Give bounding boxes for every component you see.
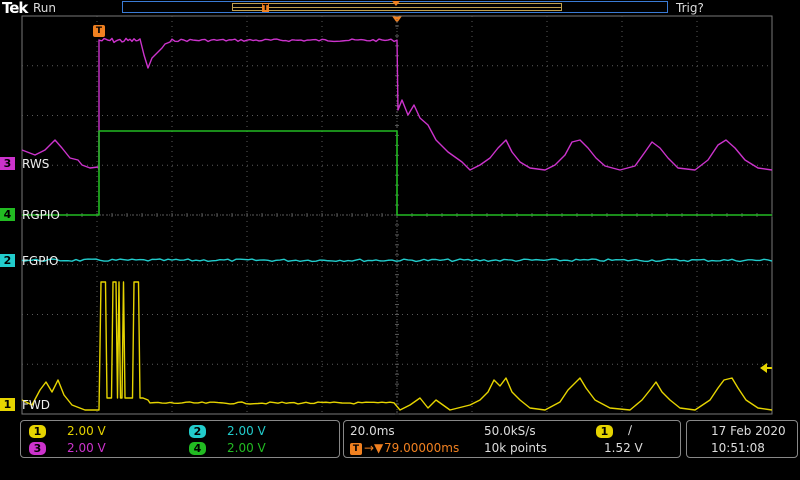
- time: 10:51:08: [711, 441, 765, 455]
- ch4-badge: 4: [189, 442, 206, 455]
- ch2-marker[interactable]: 2: [0, 254, 15, 267]
- ch2-label: FGPIO: [22, 254, 59, 268]
- readout-panel: 1 2.00 V 2 2.00 V 3 2.00 V 4 2.00 V 20.0…: [0, 418, 800, 480]
- timebase: 20.0ms: [350, 424, 395, 438]
- trigger-level: 1.52 V: [604, 441, 643, 455]
- ch2-badge: 2: [189, 425, 206, 438]
- record-length: 10k points: [484, 441, 547, 455]
- ch3-marker[interactable]: 3: [0, 157, 15, 170]
- ch4-marker[interactable]: 4: [0, 208, 15, 221]
- waveform-display[interactable]: [0, 0, 800, 480]
- trigger-slope-icon: ∕: [628, 423, 633, 437]
- ch1-marker[interactable]: 1: [0, 398, 15, 411]
- trigger-level-tick: [766, 367, 772, 369]
- horizontal-trigger-readout[interactable]: 20.0ms 50.0kS/s T →▼ 79.00000ms 10k poin…: [343, 420, 681, 458]
- ch3-label: RWS: [22, 157, 50, 171]
- ch3-scale: 2.00 V: [67, 441, 106, 455]
- trigger-position: 79.00000ms: [384, 441, 460, 455]
- vertical-readout[interactable]: 1 2.00 V 2 2.00 V 3 2.00 V 4 2.00 V: [20, 420, 340, 458]
- trigger-position-arrow-glyph: →▼: [364, 441, 384, 455]
- trigger-source-badge: 1: [596, 425, 613, 438]
- ch3-badge: 3: [29, 442, 46, 455]
- datetime-readout[interactable]: 17 Feb 2020 10:51:08: [686, 420, 798, 458]
- ch1-label: FWD: [22, 398, 51, 412]
- trigger-point-flag: T: [93, 25, 105, 37]
- sample-rate: 50.0kS/s: [484, 424, 536, 438]
- ch4-scale: 2.00 V: [227, 441, 266, 455]
- ch2-scale: 2.00 V: [227, 424, 266, 438]
- date: 17 Feb 2020: [711, 424, 786, 438]
- ch1-scale: 2.00 V: [67, 424, 106, 438]
- ch4-trace: [22, 130, 772, 216]
- ch4-label: RGPIO: [22, 208, 60, 222]
- trigger-position-icon: T: [350, 443, 362, 455]
- ch1-badge: 1: [29, 425, 46, 438]
